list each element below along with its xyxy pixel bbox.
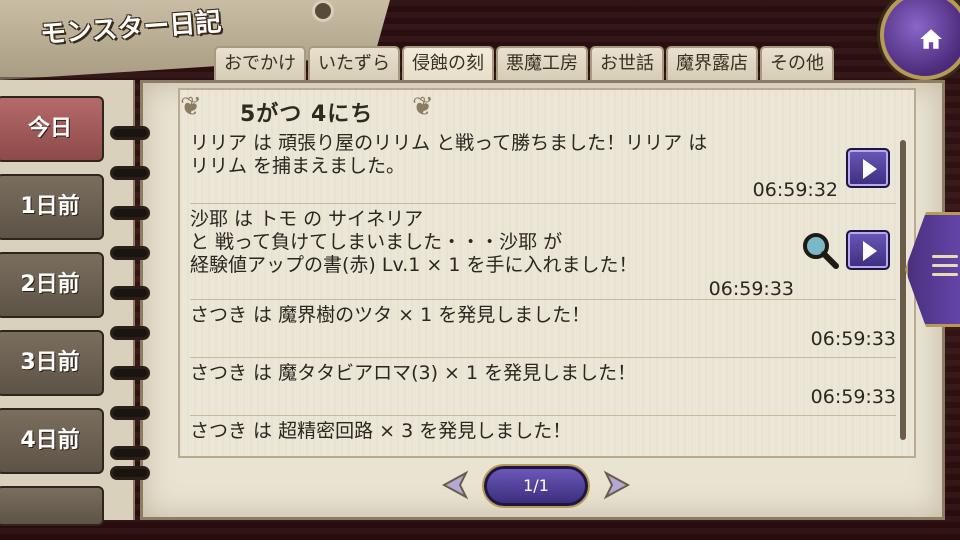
tab-sonota[interactable]: その他 bbox=[760, 46, 834, 82]
replay-button[interactable] bbox=[846, 230, 890, 270]
tab-akuma-koubou[interactable]: 悪魔工房 bbox=[496, 46, 588, 82]
entry-text: 沙耶 は トモ の サイネリア と 戦って負けてしまいました・・・沙耶 が 経験… bbox=[190, 208, 638, 276]
entry-text: さつき は 超精密回路 × 3 を発見しました！ bbox=[190, 420, 572, 442]
list-item: リリア は 頑張り屋のリリム と戦って勝ちました！リリア は リリム を捕まえま… bbox=[190, 128, 896, 204]
ring bbox=[110, 126, 150, 140]
diary-date: 5がつ 4にち bbox=[240, 102, 374, 127]
entry-time: 06:59:32 bbox=[752, 179, 838, 201]
ring bbox=[110, 406, 150, 420]
diary-log[interactable]: リリア は 頑張り屋のリリム と戦って勝ちました！リリア は リリム を捕まえま… bbox=[190, 128, 896, 450]
day-tab-2[interactable]: 2日前 bbox=[0, 252, 104, 318]
ring bbox=[110, 246, 150, 260]
magnify-icon[interactable] bbox=[800, 230, 840, 270]
scrollbar[interactable] bbox=[900, 140, 906, 440]
entry-time: 06:59:33 bbox=[810, 328, 896, 350]
list-item: さつき は 魔タタビアロマ(3) × 1 を発見しました！ 06:59:33 bbox=[190, 358, 896, 416]
ring bbox=[110, 326, 150, 340]
day-tab-4[interactable]: 4日前 bbox=[0, 408, 104, 474]
next-page-icon[interactable] bbox=[596, 470, 636, 500]
menu-icon bbox=[932, 255, 958, 282]
day-tab-today[interactable]: 今日 bbox=[0, 96, 104, 162]
tab-itazura[interactable]: いたずら bbox=[308, 46, 400, 82]
tab-odekake[interactable]: おでかけ bbox=[214, 46, 306, 82]
ring bbox=[110, 286, 150, 300]
entry-text: さつき は 魔界樹のツタ × 1 を発見しました！ bbox=[190, 304, 591, 326]
tab-shinshoku[interactable]: 侵蝕の刻 bbox=[402, 46, 494, 82]
category-tabs: おでかけ いたずら 侵蝕の刻 悪魔工房 お世話 魔界露店 その他 bbox=[214, 46, 834, 82]
entry-text: さつき は 魔タタビアロマ(3) × 1 を発見しました！ bbox=[190, 362, 637, 384]
flourish-right-icon: ❦ bbox=[412, 92, 434, 122]
flourish-left-icon: ❦ bbox=[180, 92, 202, 122]
ring bbox=[110, 446, 150, 460]
entry-time: 06:59:33 bbox=[810, 386, 896, 408]
prev-page-icon[interactable] bbox=[436, 470, 476, 500]
ring bbox=[110, 466, 150, 480]
tag-hole bbox=[312, 0, 334, 22]
entry-text: リリア は 頑張り屋のリリム と戦って勝ちました！リリア は リリム を捕まえま… bbox=[190, 132, 708, 177]
list-item: さつき は 魔界樹のツタ × 1 を発見しました！ 06:59:33 bbox=[190, 300, 896, 358]
page-indicator: 1/1 bbox=[484, 466, 588, 506]
entry-time: 06:59:33 bbox=[708, 278, 794, 300]
day-tab-5-partial[interactable] bbox=[0, 486, 104, 526]
menu-line bbox=[932, 264, 958, 267]
menu-line bbox=[932, 255, 958, 258]
ring bbox=[110, 206, 150, 220]
tab-makai-roten[interactable]: 魔界露店 bbox=[666, 46, 758, 82]
home-icon bbox=[920, 29, 942, 49]
list-item: 沙耶 は トモ の サイネリア と 戦って負けてしまいました・・・沙耶 が 経験… bbox=[190, 204, 896, 300]
menu-line bbox=[932, 273, 958, 276]
replay-button[interactable] bbox=[846, 148, 890, 188]
list-item: さつき は 超精密回路 × 3 を発見しました！ bbox=[190, 416, 896, 450]
ring bbox=[110, 166, 150, 180]
day-tab-3[interactable]: 3日前 bbox=[0, 330, 104, 396]
spiral-binding bbox=[110, 120, 150, 500]
ring bbox=[110, 366, 150, 380]
day-tab-1[interactable]: 1日前 bbox=[0, 174, 104, 240]
tab-osewa[interactable]: お世話 bbox=[590, 46, 664, 82]
